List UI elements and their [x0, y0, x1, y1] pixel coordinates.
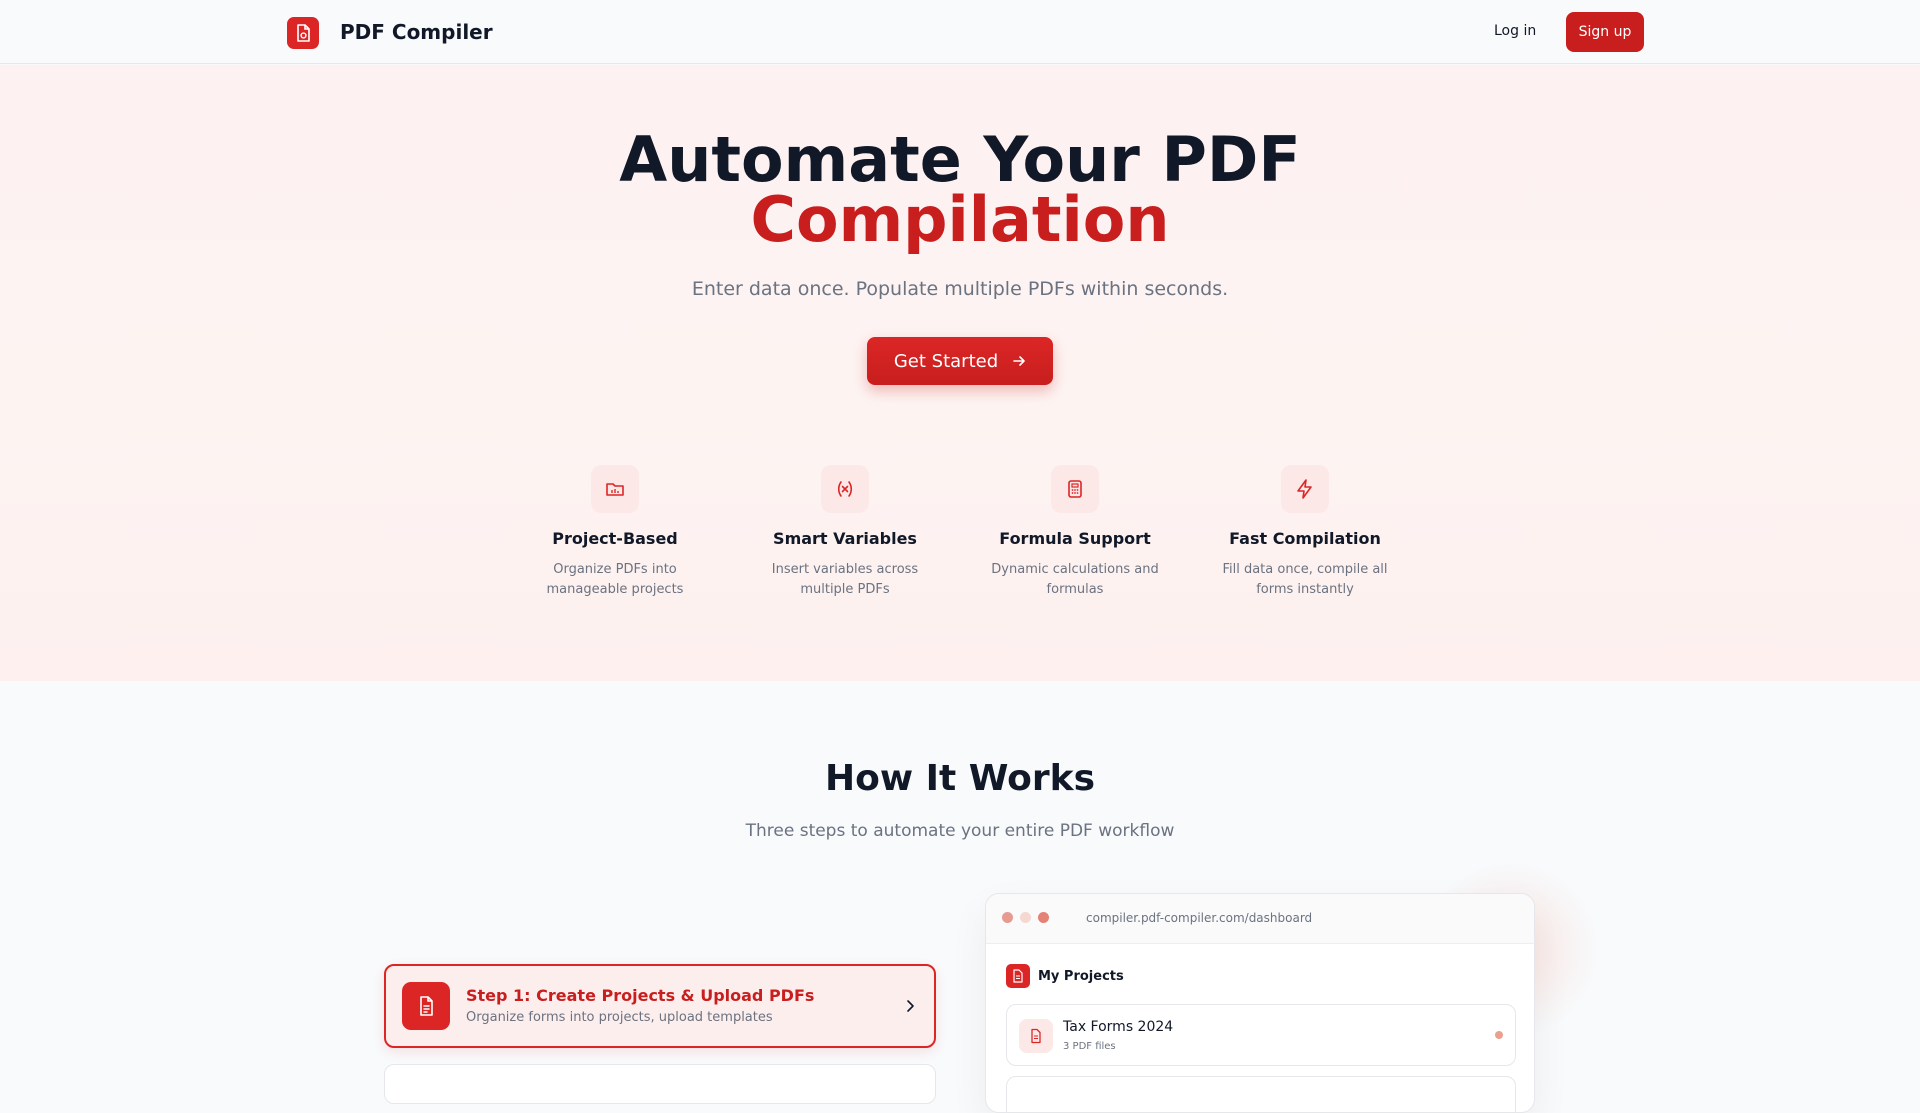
get-started-button[interactable]: Get Started: [867, 337, 1053, 385]
project-item[interactable]: Tax Forms 2024 3 PDF files: [1006, 1004, 1516, 1066]
chevron-right-icon: [907, 1000, 914, 1012]
feature-desc: Organize PDFs into manageable projects: [546, 562, 684, 597]
hero-subtitle: Enter data once. Populate multiple PDFs …: [691, 278, 1229, 300]
feature-smart-variables: Smart Variables Insert variables across …: [740, 465, 950, 600]
signup-button[interactable]: Sign up: [1566, 12, 1644, 52]
feature-title: Fast Compilation: [1229, 529, 1381, 548]
app-logo-icon[interactable]: [287, 17, 319, 49]
project-name: Tax Forms 2024: [1063, 1019, 1174, 1035]
feature-desc: Insert variables across multiple PDFs: [771, 562, 919, 597]
how-it-works-subtitle: Three steps to automate your entire PDF …: [745, 821, 1175, 841]
feature-title: Project-Based: [552, 529, 678, 548]
feature-desc: Fill data once, compile all forms instan…: [1222, 562, 1388, 597]
my-projects-heading: My Projects: [1038, 969, 1124, 984]
project-item[interactable]: [1006, 1076, 1516, 1112]
document-icon: [1006, 964, 1030, 988]
step-title: Step 1: Create Projects & Upload PDFs: [466, 986, 815, 1005]
status-dot-icon: [1495, 1031, 1503, 1039]
window-dot-icon: [1038, 912, 1049, 923]
feature-formula-support: Formula Support Dynamic calculations and…: [970, 465, 1180, 600]
brand-name[interactable]: PDF Compiler: [340, 20, 493, 44]
step-desc: Organize forms into projects, upload tem…: [466, 1010, 773, 1025]
hero-section: Automate Your PDF Compilation Enter data…: [0, 65, 1920, 681]
feature-fast-compilation: Fast Compilation Fill data once, compile…: [1200, 465, 1410, 600]
file-icon: [1019, 1019, 1053, 1053]
dashboard-preview: compiler.pdf-compiler.com/dashboard My P…: [985, 893, 1535, 1113]
document-icon: [402, 982, 450, 1030]
feature-title: Smart Variables: [773, 529, 917, 548]
arrow-right-icon: [1013, 356, 1025, 366]
hero-title-line2: Compilation: [750, 183, 1170, 256]
navbar: PDF Compiler Log in Sign up: [0, 0, 1920, 64]
get-started-label: Get Started: [893, 350, 999, 372]
calculator-icon: [1051, 465, 1099, 513]
lightning-icon: [1281, 465, 1329, 513]
browser-bar: compiler.pdf-compiler.com/dashboard: [986, 894, 1534, 944]
window-dot-icon: [1002, 912, 1013, 923]
feature-title: Formula Support: [999, 529, 1151, 548]
window-dot-icon: [1020, 912, 1031, 923]
step-card-2[interactable]: [384, 1064, 936, 1104]
folder-icon: [591, 465, 639, 513]
feature-project-based: Project-Based Organize PDFs into managea…: [510, 465, 720, 600]
browser-url: compiler.pdf-compiler.com/dashboard: [1086, 911, 1313, 925]
feature-desc: Dynamic calculations and formulas: [991, 562, 1159, 597]
how-it-works-title: How It Works: [824, 758, 1096, 799]
login-link[interactable]: Log in: [1494, 23, 1536, 39]
variable-icon: [821, 465, 869, 513]
project-meta: 3 PDF files: [1063, 1041, 1116, 1052]
step-card-1[interactable]: Step 1: Create Projects & Upload PDFs Or…: [384, 964, 936, 1048]
